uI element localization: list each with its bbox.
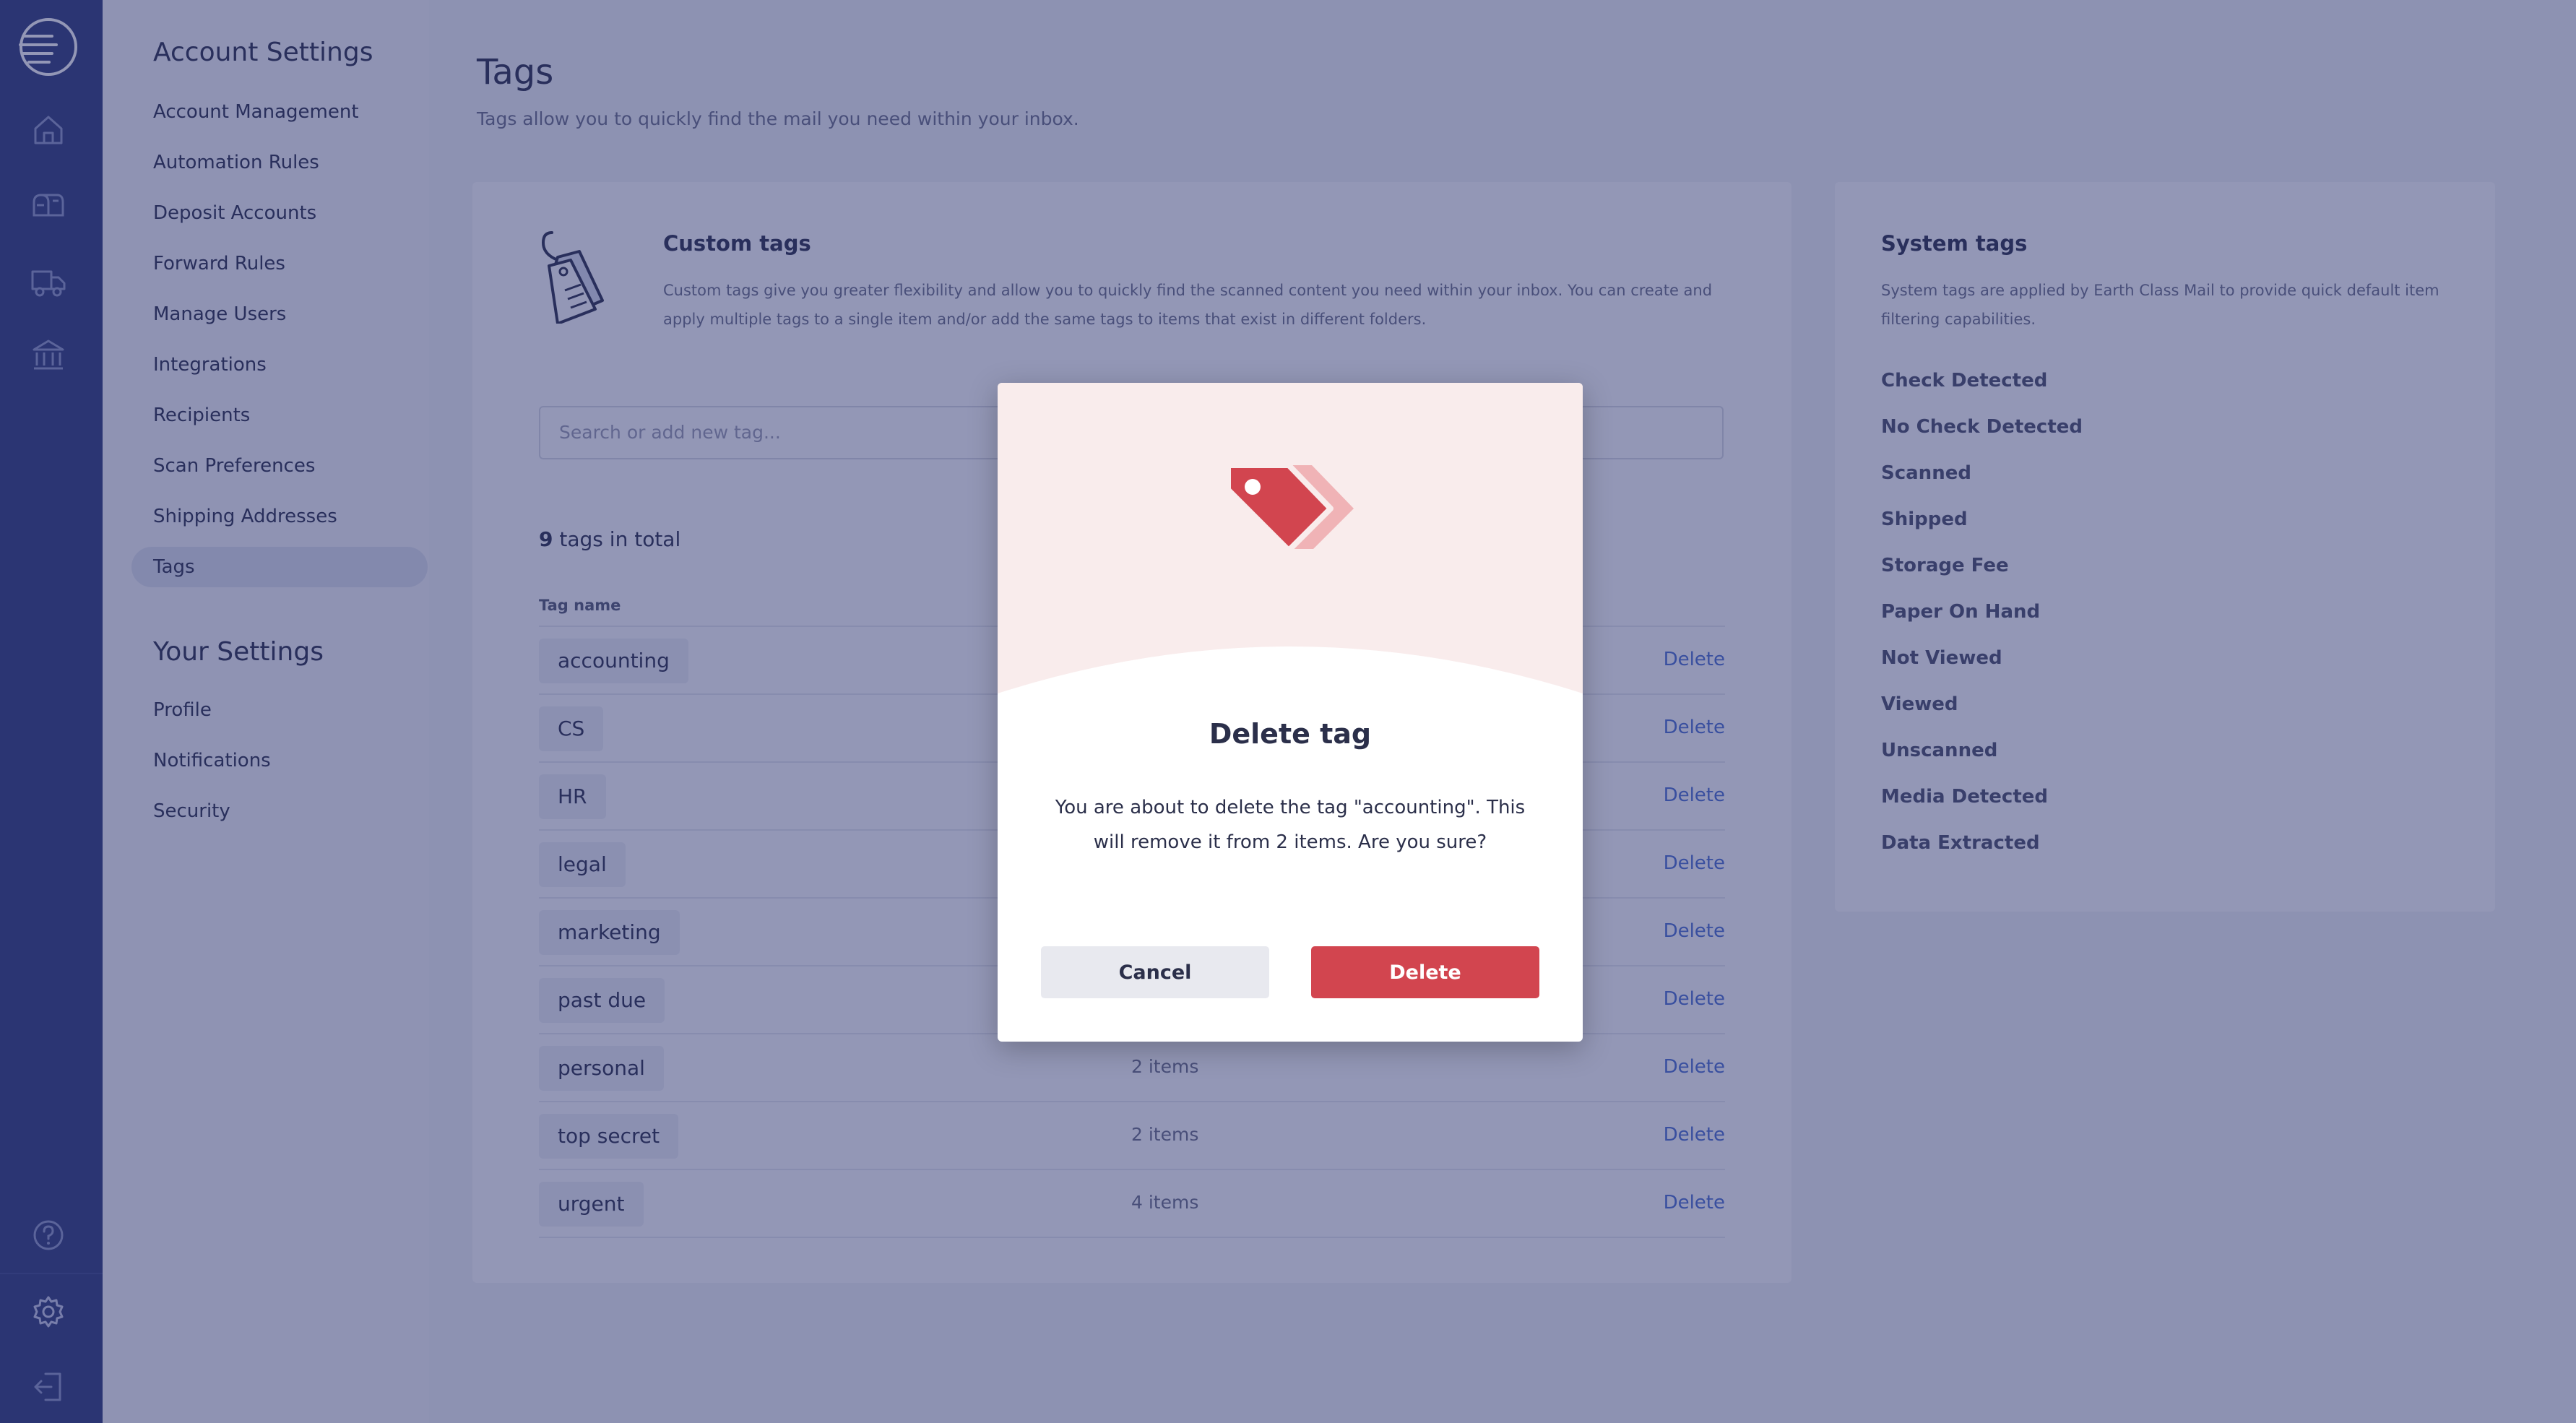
tag-icon [1225,462,1354,553]
delete-tag-modal: Delete tag You are about to delete the t… [998,383,1583,1042]
confirm-delete-button[interactable]: Delete [1311,946,1539,998]
cancel-button[interactable]: Cancel [1041,946,1269,998]
modal-title: Delete tag [1209,718,1372,750]
modal-message: You are about to delete the tag "account… [1055,797,1526,853]
